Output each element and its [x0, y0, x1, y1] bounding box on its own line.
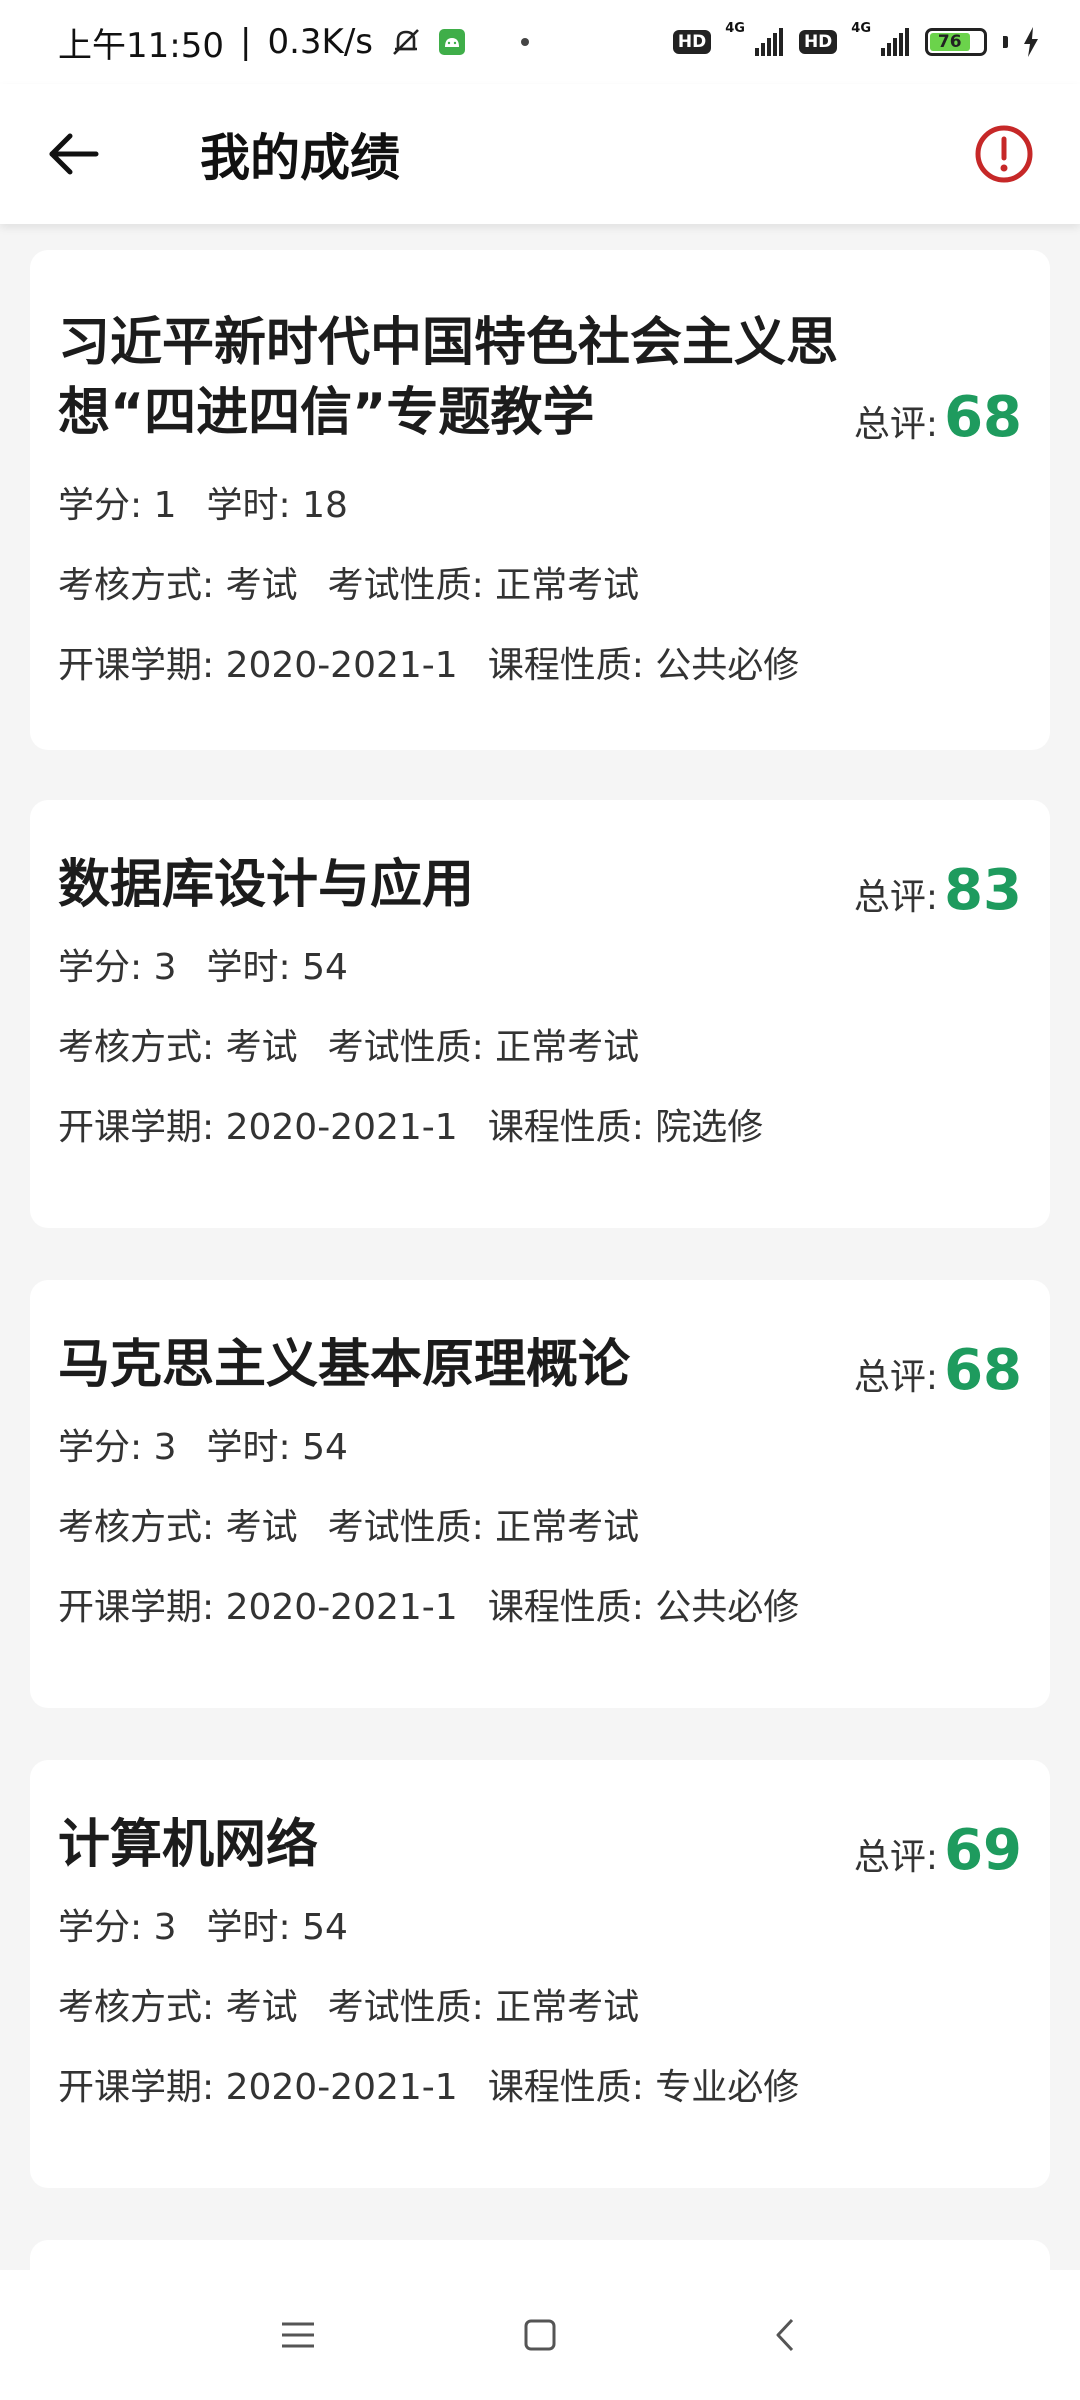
course-name: 马克思主义基本原理概论: [58, 1335, 631, 1395]
exam-type-info: 考试性质: 正常考试: [327, 565, 640, 606]
score-label: 总评:: [853, 404, 939, 445]
hours-info: 学时: 54: [206, 1427, 348, 1468]
course-card[interactable]: 习近平新时代中国特色社会主义思想“四进四信”专题教学 总评: 68 学分: 1学…: [30, 250, 1050, 750]
assessment-info: 考核方式: 考试: [58, 565, 298, 606]
assessment-line: 考核方式: 考试 考试性质: 正常考试: [58, 1506, 639, 1550]
signal-icon: [881, 28, 911, 56]
credit-info: 学分: 1: [58, 485, 177, 526]
nav-back-button[interactable]: [756, 2305, 816, 2365]
home-button[interactable]: [510, 2305, 570, 2365]
term-info: 开课学期: 2020-2021-1: [58, 1107, 458, 1148]
score-label: 总评:: [853, 1357, 939, 1398]
sim2-hd-badge: HD: [798, 30, 838, 54]
alert-circle-icon: [975, 125, 1033, 183]
android-icon: [439, 29, 465, 55]
status-time: 上午11:50: [58, 25, 224, 66]
score-block: 总评: 68: [854, 385, 1022, 450]
term-line: 开课学期: 2020-2021-1 课程性质: 院选修: [58, 1106, 763, 1150]
assessment-info: 考核方式: 考试: [58, 1507, 298, 1548]
signal-icon: [754, 28, 785, 56]
system-nav-bar: [0, 2270, 1080, 2400]
alert-button[interactable]: [970, 120, 1038, 188]
credit-info: 学分: 3: [58, 1427, 177, 1468]
course-type-info: 课程性质: 公共必修: [487, 645, 800, 686]
course-name: 习近平新时代中国特色社会主义思想“四进四信”专题教学: [58, 313, 839, 443]
menu-icon: [282, 2322, 314, 2348]
term-line: 开课学期: 2020-2021-1 课程性质: 公共必修: [58, 1586, 799, 1630]
credit-hours-line: 学分: 3 学时: 54: [58, 1906, 348, 1950]
course-type-info: 课程性质: 公共必修: [487, 1587, 800, 1628]
course-card[interactable]: 数据库设计与应用 总评: 83 学分: 3 学时: 54 考核方式: 考试 考试性质…: [30, 800, 1050, 1228]
course-name: 数据库设计与应用: [58, 855, 475, 915]
status-divider: |: [239, 22, 252, 62]
score-block: 总评: 68: [854, 1338, 1022, 1403]
assessment-line: 考核方式: 考试 考试性质: 正常考试: [58, 1986, 639, 2030]
menu-button[interactable]: [268, 2305, 328, 2365]
exam-type-info: 考试性质: 正常考试: [327, 1987, 640, 2028]
charging-icon: [1022, 27, 1040, 57]
hours-info: 学时: 54: [206, 947, 348, 988]
score-block: 总评: 69: [854, 1818, 1022, 1883]
status-bar-left: 上午11:50 | 0.3K/s: [58, 18, 529, 67]
exam-type-info: 考试性质: 正常考试: [327, 1507, 640, 1548]
credit-hours-line: 学分: 3 学时: 54: [58, 946, 348, 990]
score-label: 总评:: [853, 877, 939, 918]
course-card[interactable]: 计算机网络 总评: 69 学分: 3 学时: 54 考核方式: 考试 考试性质: 正…: [30, 1760, 1050, 2188]
course-card[interactable]: 马克思主义基本原理概论 总评: 68 学分: 3 学时: 54 考核方式: 考试考…: [30, 1280, 1050, 1708]
score-value: 68: [944, 1338, 1022, 1403]
assessment-info: 考核方式: 考试: [58, 1987, 298, 2028]
mute-bell-icon: [389, 25, 423, 59]
status-net-speed: 0.3K/s: [267, 22, 373, 62]
battery-icon: 76: [925, 28, 987, 56]
assessment-line: 考核方式: 考试 考试性质: 正常考试: [58, 564, 639, 608]
course-name: 计算机网络: [58, 1815, 319, 1875]
assessment-line: 考核方式: 考试 考试性质: 正常考试: [58, 1026, 639, 1070]
course-type-info: 课程性质: 院选修: [487, 1107, 764, 1148]
battery-tip: [1003, 36, 1008, 48]
notification-dot: [521, 38, 529, 46]
status-bar: 上午11:50 | 0.3K/s HD 4G HD 4G 76: [0, 0, 1080, 84]
arrow-left-icon: [49, 133, 99, 175]
hours-info: 学时: 18: [206, 485, 348, 526]
score-value: 83: [944, 858, 1022, 923]
exam-type-info: 考试性质: 正常考试: [327, 1027, 640, 1068]
credit-info: 学分: 3: [58, 947, 177, 988]
app-bar: 我的成绩: [0, 84, 1080, 224]
back-chevron-icon: [776, 2318, 794, 2352]
credit-info: 学分: 3: [58, 1907, 177, 1948]
score-value: 69: [944, 1818, 1022, 1883]
battery-level: 76: [930, 32, 970, 52]
credit-hours-line: 学分: 1 学时: 18: [58, 484, 348, 528]
sim1-hd-badge: HD: [672, 30, 712, 54]
hours-info: 学时: 54: [206, 1907, 348, 1948]
credit-hours-line: 学分: 3 学时: 54: [58, 1426, 348, 1470]
term-info: 开课学期: 2020-2021-1: [58, 645, 458, 686]
status-bar-right: HD 4G HD 4G 76: [672, 21, 1040, 57]
term-line: 开课学期: 2020-2021-1 课程性质: 专业必修: [58, 2066, 799, 2110]
course-type-info: 课程性质: 专业必修: [487, 2067, 800, 2108]
term-info: 开课学期: 2020-2021-1: [58, 2067, 458, 2108]
term-line: 开课学期: 2020-2021-1 课程性质: 公共必修: [58, 644, 799, 688]
score-block: 总评: 83: [854, 858, 1022, 923]
back-button[interactable]: [42, 122, 106, 186]
sim2-net-label: 4G: [851, 20, 871, 36]
assessment-info: 考核方式: 考试: [58, 1027, 298, 1068]
home-square-icon: [524, 2319, 556, 2351]
score-value: 68: [944, 385, 1022, 450]
sim1-net-label: 4G: [725, 20, 745, 36]
page-title: 我的成绩: [200, 129, 400, 187]
score-label: 总评:: [853, 1837, 939, 1878]
term-info: 开课学期: 2020-2021-1: [58, 1587, 458, 1628]
